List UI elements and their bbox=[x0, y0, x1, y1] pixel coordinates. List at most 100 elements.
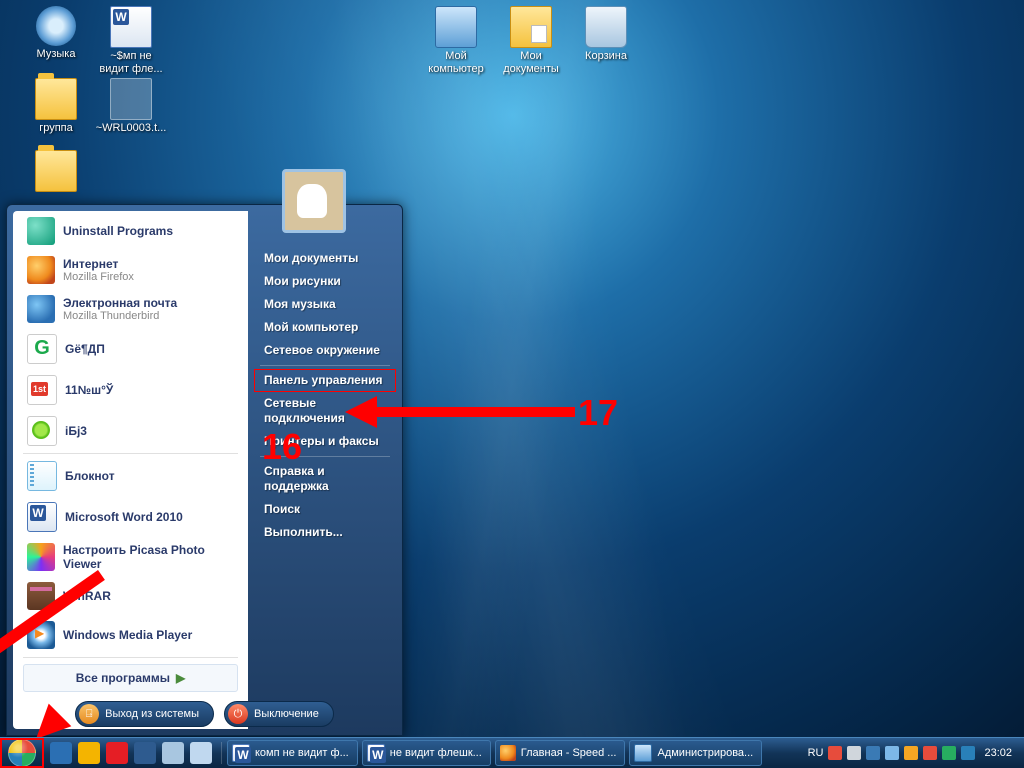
desktop-icon-folder-group[interactable]: группа bbox=[20, 78, 92, 135]
my-computer-icon bbox=[435, 6, 477, 48]
email-icon bbox=[27, 295, 55, 323]
icon-label: группа bbox=[20, 122, 92, 135]
places-item[interactable]: Мой компьютер bbox=[254, 316, 396, 339]
tray-icon[interactable] bbox=[866, 746, 880, 760]
places-item[interactable]: Мои рисунки bbox=[254, 270, 396, 293]
language-indicator[interactable]: RU bbox=[808, 747, 824, 759]
program-app-ibj[interactable]: іБј3 bbox=[17, 411, 244, 451]
my-documents-icon bbox=[510, 6, 552, 48]
places-item[interactable]: Принтеры и факсы bbox=[254, 430, 396, 453]
taskbar-button[interactable]: комп не видит ф... bbox=[227, 740, 358, 766]
desktop-icon-disc[interactable]: Музыка bbox=[20, 6, 92, 61]
wmp-icon bbox=[27, 621, 55, 649]
all-programs-button[interactable]: Все программы▶ bbox=[23, 664, 238, 692]
program-title: Windows Media Player bbox=[63, 628, 192, 642]
user-avatar[interactable] bbox=[282, 169, 346, 233]
program-picasa[interactable]: Настроить Picasa Photo Viewer bbox=[17, 538, 244, 576]
quicklaunch-desk-icon[interactable] bbox=[190, 742, 212, 764]
picasa-icon bbox=[27, 543, 55, 571]
app-g-icon: G bbox=[27, 334, 57, 364]
app-ibj-icon bbox=[27, 416, 57, 446]
folder-group-icon bbox=[35, 78, 77, 120]
icon-label: ~$мп не видит фле... bbox=[95, 50, 167, 76]
program-app-1st[interactable]: 11№ш°Ў bbox=[17, 370, 244, 410]
quicklaunch-opera-icon[interactable] bbox=[106, 742, 128, 764]
program-uninstall[interactable]: Uninstall Programs bbox=[17, 212, 244, 250]
taskbar-button[interactable]: не видит флешк... bbox=[362, 740, 491, 766]
logoff-icon: ⍈ bbox=[79, 704, 99, 724]
app-icon bbox=[367, 744, 385, 762]
quicklaunch-tb-icon[interactable] bbox=[50, 742, 72, 764]
internet-icon bbox=[27, 256, 55, 284]
program-subtitle: Mozilla Firefox bbox=[63, 271, 134, 283]
tray-icon[interactable] bbox=[942, 746, 956, 760]
program-internet[interactable]: ИнтернетMozilla Firefox bbox=[17, 251, 244, 289]
places-item[interactable]: Поиск bbox=[254, 498, 396, 521]
places-item[interactable]: Сетевые подключения bbox=[254, 392, 396, 430]
separator bbox=[23, 657, 238, 658]
program-title: 11№ш°Ў bbox=[65, 383, 113, 397]
program-app-g[interactable]: G Gё¶ДП bbox=[17, 329, 244, 369]
places-item[interactable]: Моя музыка bbox=[254, 293, 396, 316]
desktop[interactable]: Музыка~$мп не видит фле...Мой компьютерМ… bbox=[0, 0, 1024, 768]
taskbar-button[interactable]: Администрирова... bbox=[629, 740, 762, 766]
tray-icon[interactable] bbox=[847, 746, 861, 760]
program-word[interactable]: Microsoft Word 2010 bbox=[17, 497, 244, 537]
places-item[interactable]: Сетевое окружение bbox=[254, 339, 396, 362]
taskbar-button[interactable]: Главная - Speed ... bbox=[495, 740, 626, 766]
places-item[interactable]: Выполнить... bbox=[254, 521, 396, 544]
program-wmp[interactable]: Windows Media Player bbox=[17, 616, 244, 654]
desktop-icon-my-documents[interactable]: Мои документы bbox=[495, 6, 567, 76]
quicklaunch-vol-icon[interactable] bbox=[162, 742, 184, 764]
app-1st-icon bbox=[27, 375, 57, 405]
disc-icon bbox=[36, 6, 76, 46]
logoff-button[interactable]: ⍈ Выход из системы bbox=[75, 701, 214, 727]
start-menu-footer: ⍈ Выход из системы ⏻Выключение bbox=[13, 701, 396, 727]
program-title: WinRAR bbox=[63, 589, 111, 603]
tray-shield-icon[interactable] bbox=[923, 746, 937, 760]
tray-icon[interactable] bbox=[885, 746, 899, 760]
app-icon bbox=[232, 744, 250, 762]
places-item[interactable]: Справка и поддержка bbox=[254, 460, 396, 498]
taskbar-button-label: комп не видит ф... bbox=[255, 747, 349, 759]
app-icon bbox=[634, 744, 652, 762]
program-subtitle: Mozilla Thunderbird bbox=[63, 310, 177, 322]
system-tray: RU 23:02 bbox=[800, 746, 1024, 760]
quick-launch bbox=[44, 742, 218, 764]
quicklaunch-disk-icon[interactable] bbox=[134, 742, 156, 764]
icon-label: Мой компьютер bbox=[420, 50, 492, 76]
taskbar-button-label: Главная - Speed ... bbox=[521, 747, 617, 759]
places-item[interactable]: Панель управления bbox=[254, 369, 396, 392]
desktop-icon-my-computer[interactable]: Мой компьютер bbox=[420, 6, 492, 76]
program-winrar[interactable]: WinRAR bbox=[17, 577, 244, 615]
all-programs-label: Все программы bbox=[76, 671, 170, 685]
taskbar-buttons: комп не видит ф... не видит флешк... Главн… bbox=[225, 740, 764, 766]
tray-icon[interactable] bbox=[961, 746, 975, 760]
icon-label: Музыка bbox=[20, 48, 92, 61]
shutdown-button[interactable]: ⏻Выключение bbox=[224, 701, 334, 727]
tray-icon[interactable] bbox=[904, 746, 918, 760]
program-title: Gё¶ДП bbox=[65, 342, 105, 356]
notepad-icon bbox=[27, 461, 57, 491]
taskbar-button-label: Администрирова... bbox=[657, 747, 753, 759]
desktop-icon-folder[interactable] bbox=[20, 150, 92, 194]
icon-label: Мои документы bbox=[495, 50, 567, 76]
desktop-icon-recycle-bin[interactable]: Корзина bbox=[570, 6, 642, 63]
places-item[interactable]: Мои документы bbox=[254, 247, 396, 270]
quicklaunch-chrome-icon[interactable] bbox=[78, 742, 100, 764]
program-title: Uninstall Programs bbox=[63, 224, 173, 238]
taskbar-button-label: не видит флешк... bbox=[390, 747, 482, 759]
desktop-icon-tmp-file[interactable]: ~WRL0003.t... bbox=[95, 78, 167, 135]
desktop-icon-word-doc[interactable]: ~$мп не видит фле... bbox=[95, 6, 167, 76]
start-menu-places: Мои документыМои рисункиМоя музыкаМой ко… bbox=[248, 205, 402, 735]
start-menu: Uninstall Programs ИнтернетMozilla Firefo… bbox=[6, 204, 403, 736]
clock[interactable]: 23:02 bbox=[980, 747, 1016, 759]
app-icon bbox=[500, 745, 516, 761]
program-email[interactable]: Электронная почтаMozilla Thunderbird bbox=[17, 290, 244, 328]
logoff-label: Выход из системы bbox=[105, 708, 199, 720]
taskbar: комп не видит ф... не видит флешк... Главн… bbox=[0, 737, 1024, 768]
program-notepad[interactable]: Блокнот bbox=[17, 456, 244, 496]
start-button[interactable] bbox=[0, 738, 44, 768]
tray-icon[interactable] bbox=[828, 746, 842, 760]
recycle-bin-icon bbox=[585, 6, 627, 48]
